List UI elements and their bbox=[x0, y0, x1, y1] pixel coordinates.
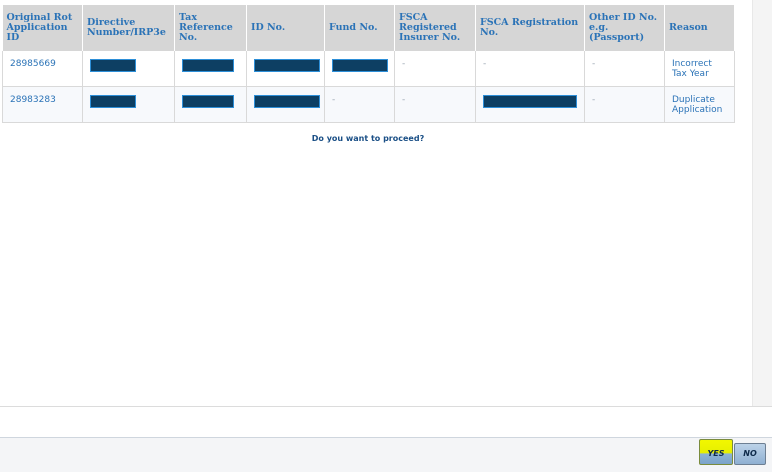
col-header-fund-no: Fund No. bbox=[324, 5, 395, 51]
cell-directive-number bbox=[82, 86, 175, 123]
col-header-tax-reference: Tax Reference No. bbox=[174, 5, 247, 51]
cell-other-id: - bbox=[584, 86, 665, 123]
col-header-directive-number: Directive Number/IRP3e bbox=[82, 5, 175, 51]
redaction-block bbox=[90, 59, 136, 72]
cell-fund-no: - bbox=[324, 86, 395, 123]
table-row[interactable]: 28985669 - - - Incorrect Tax Year bbox=[2, 51, 735, 87]
redaction-block bbox=[254, 95, 320, 108]
footer-bar bbox=[0, 437, 772, 472]
content-area: Original Rot Application ID Directive Nu… bbox=[0, 0, 752, 406]
cell-directive-number bbox=[82, 51, 175, 87]
col-header-application-id: Original Rot Application ID bbox=[2, 5, 83, 51]
cell-tax-reference bbox=[174, 51, 247, 87]
cell-application-id: 28985669 bbox=[2, 51, 83, 87]
cell-fsca-insurer: - bbox=[394, 51, 476, 87]
cell-other-id: - bbox=[584, 51, 665, 87]
redaction-block bbox=[90, 95, 136, 108]
results-table: Original Rot Application ID Directive Nu… bbox=[2, 5, 735, 123]
cell-tax-reference bbox=[174, 86, 247, 123]
table-row[interactable]: 28983283 - - - Duplicate Application bbox=[2, 86, 735, 123]
cell-id-no bbox=[246, 86, 325, 123]
proceed-prompt: Do you want to proceed? bbox=[311, 134, 425, 143]
col-header-id-no: ID No. bbox=[246, 5, 325, 51]
cell-fsca-insurer: - bbox=[394, 86, 476, 123]
cell-fund-no bbox=[324, 51, 395, 87]
yes-button[interactable]: YES bbox=[699, 439, 733, 465]
redaction-block bbox=[332, 59, 388, 72]
bottom-strip bbox=[0, 406, 772, 439]
redaction-block bbox=[254, 59, 320, 72]
col-header-fsca-registration: FSCA Registration No. bbox=[475, 5, 585, 51]
cell-fsca-registration bbox=[475, 86, 585, 123]
table-header-row: Original Rot Application ID Directive Nu… bbox=[2, 5, 735, 51]
col-header-fsca-insurer: FSCA Registered Insurer No. bbox=[394, 5, 476, 51]
cell-fsca-registration: - bbox=[475, 51, 585, 87]
redaction-block bbox=[182, 59, 234, 72]
cell-reason: Incorrect Tax Year bbox=[664, 51, 735, 87]
cell-reason: Duplicate Application bbox=[664, 86, 735, 123]
col-header-reason: Reason bbox=[664, 5, 735, 51]
vertical-scrollbar[interactable] bbox=[752, 0, 772, 406]
cell-application-id: 28983283 bbox=[2, 86, 83, 123]
cell-id-no bbox=[246, 51, 325, 87]
redaction-block bbox=[483, 95, 577, 108]
redaction-block bbox=[182, 95, 234, 108]
col-header-other-id: Other ID No. e.g. (Passport) bbox=[584, 5, 665, 51]
no-button[interactable]: NO bbox=[734, 443, 766, 465]
